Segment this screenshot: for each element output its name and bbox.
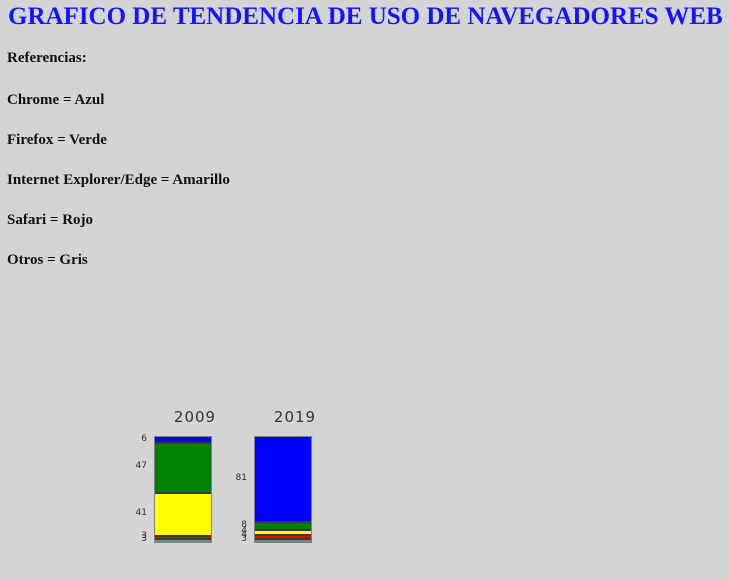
bar-segment-chrome[interactable]: [255, 437, 311, 523]
stacked-bar-chart: 2009 6 47 41 3 3 2019 81 8 4 4 3: [0, 395, 730, 580]
bar-segment-otros[interactable]: [255, 538, 311, 542]
legend-heading: Referencias:: [7, 50, 87, 66]
value-label-2019-chrome: 81: [235, 473, 247, 484]
legend-entry-chrome: Chrome = Azul: [7, 92, 105, 108]
bar-category-label-2019: 2019: [273, 408, 317, 426]
legend-entry-internet-explorer-edge: Internet Explorer/Edge = Amarillo: [7, 172, 230, 188]
bar-segment-firefox[interactable]: [255, 522, 311, 531]
chart-group-2019: 2019 81 8 4 4 3: [215, 395, 375, 555]
value-label-2009-firefox: 47: [135, 461, 147, 472]
page-title: GRAFICO DE TENDENCIA DE USO DE NAVEGADOR…: [8, 3, 723, 30]
legend-entry-safari: Safari = Rojo: [7, 212, 94, 228]
legend-entry-firefox: Firefox = Verde: [7, 132, 107, 148]
legend-entry-otros: Otros = Gris: [7, 252, 88, 268]
value-label-2009-otros: 3: [141, 533, 147, 544]
legend-block: Referencias: Chrome = Azul Firefox = Ver…: [7, 50, 407, 292]
bar-segment-internet-explorer-edge[interactable]: [155, 492, 211, 536]
bar-stack-2009[interactable]: [154, 436, 212, 543]
bar-segment-otros[interactable]: [155, 538, 211, 542]
bar-segment-firefox[interactable]: [155, 443, 211, 493]
value-label-2009-chrome: 6: [141, 433, 147, 444]
value-label-2019-otros: 3: [241, 533, 247, 544]
bar-stack-2019[interactable]: [254, 436, 312, 543]
value-label-2009-internet-explorer-edge: 41: [135, 507, 147, 518]
